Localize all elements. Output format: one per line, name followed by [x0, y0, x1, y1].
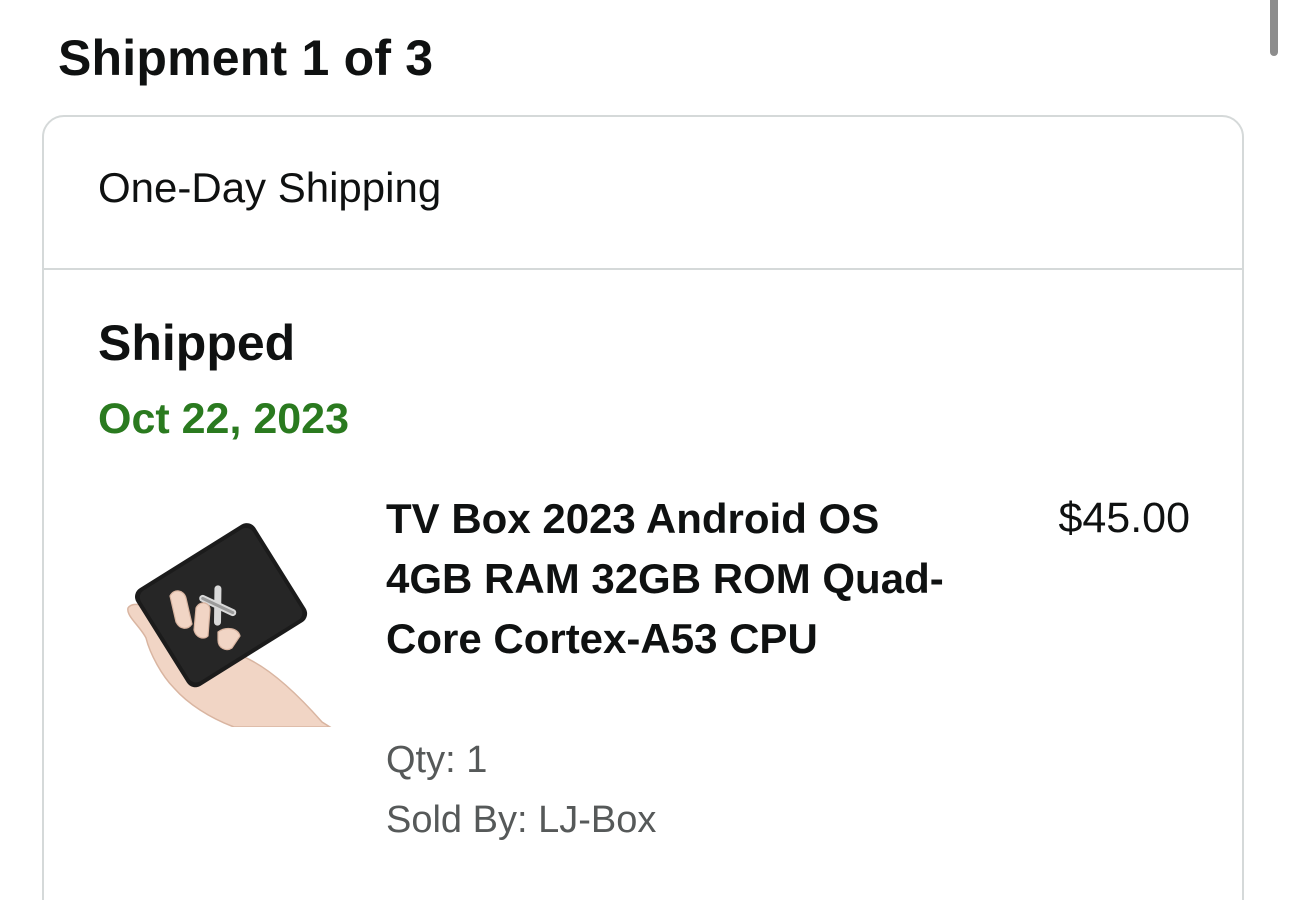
shipment-status: Shipped [98, 315, 296, 371]
shipment-card: One-Day Shipping Shipped Oct 22, 2023 TV… [42, 115, 1244, 900]
shipping-speed-header: One-Day Shipping [44, 117, 1242, 270]
item-price: $45.00 [1058, 494, 1190, 542]
item-seller: Sold By: LJ-Box [386, 799, 657, 841]
scrollbar[interactable] [1270, 0, 1278, 56]
shipment-title: Shipment 1 of 3 [58, 30, 434, 86]
shipment-status-date: Oct 22, 2023 [98, 395, 350, 443]
tv-box-in-hand-image [127, 523, 333, 728]
product-title-link[interactable]: TV Box 2023 Android OS 4GB RAM 32GB ROM … [386, 489, 946, 669]
order-details-page: Shipment 1 of 3 One-Day Shipping Shipped… [0, 0, 1290, 900]
shipping-speed-label: One-Day Shipping [98, 164, 442, 211]
item-quantity: Qty: 1 [386, 739, 488, 781]
product-image[interactable] [122, 512, 333, 728]
